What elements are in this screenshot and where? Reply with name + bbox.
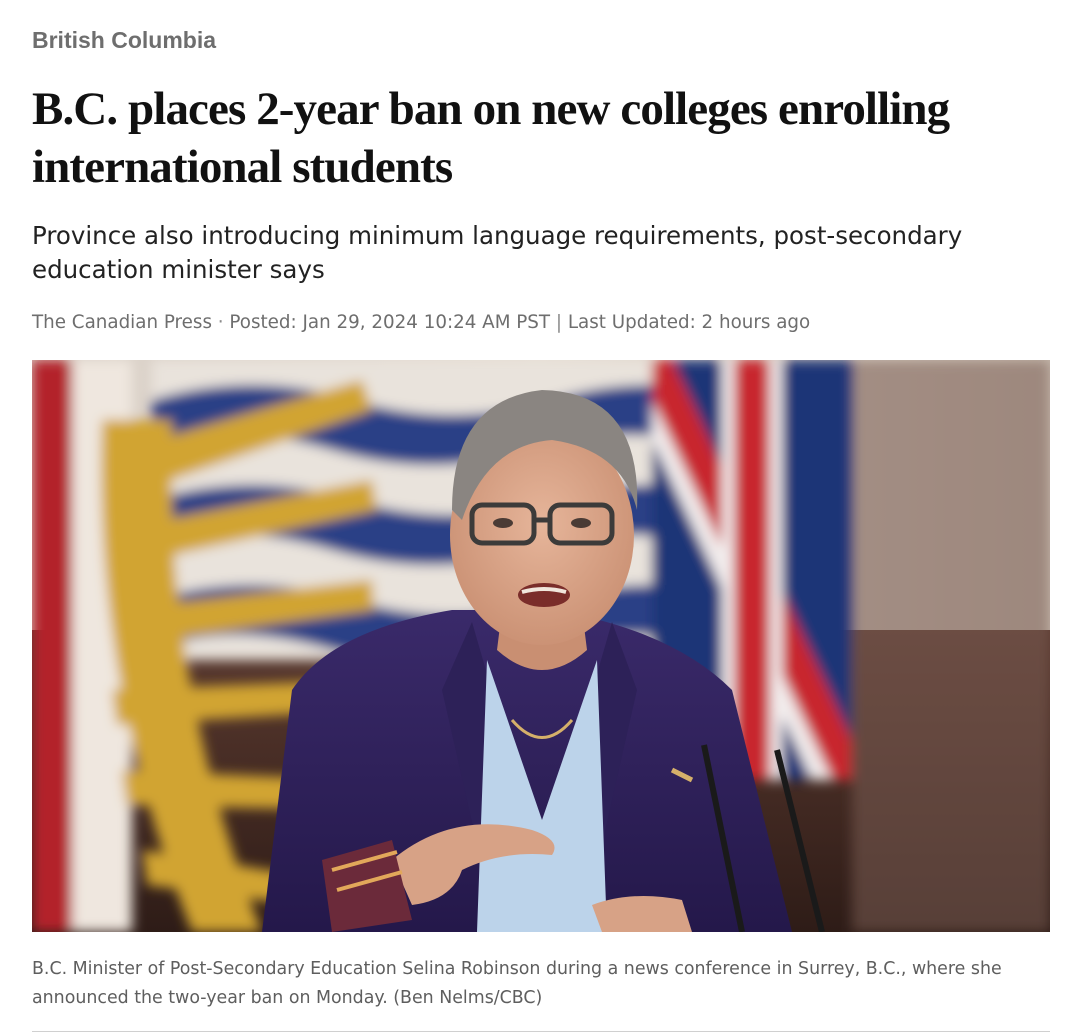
byline-pipe-separator: | <box>550 312 568 333</box>
section-link[interactable]: British Columbia <box>32 26 216 54</box>
byline-posted: Posted: Jan 29, 2024 10:24 AM PST <box>229 312 551 333</box>
deck-subheadline: Province also introducing minimum langua… <box>32 221 963 284</box>
divider-line <box>32 1031 1050 1032</box>
headline: B.C. places 2-year ban on new colleges e… <box>32 83 950 193</box>
lead-photo[interactable] <box>32 360 1050 932</box>
byline-author: The Canadian Press <box>32 312 212 333</box>
byline-dot-separator: · <box>211 312 230 333</box>
lead-photo-illustration <box>32 360 1050 932</box>
article: British Columbia B.C. places 2-year ban … <box>32 0 1050 1035</box>
photo-caption: B.C. Minister of Post-Secondary Educatio… <box>32 959 1002 1008</box>
byline-updated: Last Updated: 2 hours ago <box>567 312 811 333</box>
byline: The Canadian Press · Posted: Jan 29, 202… <box>32 309 810 337</box>
